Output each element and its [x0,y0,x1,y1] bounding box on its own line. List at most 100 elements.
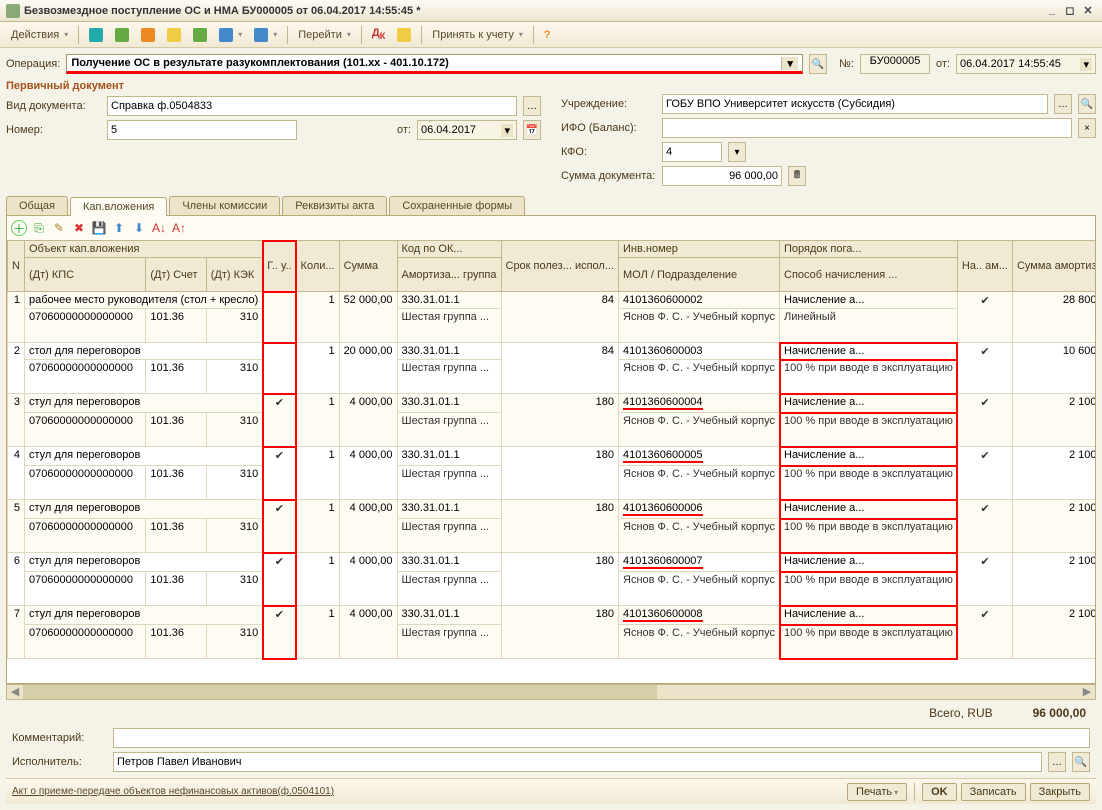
col-obj[interactable]: Объект кап.вложения [24,241,262,258]
org-label: Учреждение: [561,98,656,110]
executor-lookup[interactable]: 🔍 [1072,752,1090,772]
ifo-input[interactable] [662,118,1072,138]
scroll-right[interactable]: ▶ [1079,685,1095,699]
grid[interactable]: N Объект кап.вложения Г.. у.. Коли... Су… [6,240,1096,684]
org-lookup[interactable]: 🔍 [1078,94,1096,114]
org-picker[interactable]: … [1054,94,1072,114]
table-row[interactable]: 6 стул для переговоров 1 4 000,00 330.31… [8,553,1097,572]
accept-button[interactable]: Принять к учету [427,25,528,45]
col-amgrp[interactable]: Амортиза... группа [397,258,501,292]
doctype-input[interactable]: Справка ф.0504833 [107,96,517,116]
operation-lookup[interactable]: 🔍 [809,54,827,74]
date-field[interactable]: 06.04.2017 14:55:45 [956,54,1096,74]
operation-bar: Операция: Получение ОС в результате разу… [6,54,1096,74]
col-okof[interactable]: Код по ОК... [397,241,501,258]
totals-bar: Всего, RUB 96 000,00 [6,700,1096,726]
col-method[interactable]: Способ начисления ... [780,258,958,292]
org-input[interactable]: ГОБУ ВПО Университет искусств (Субсидия) [662,94,1048,114]
tool-3[interactable] [136,25,160,45]
ifo-clear[interactable]: × [1078,118,1096,138]
executor-input[interactable]: Петров Павел Иванович [113,752,1042,772]
actions-menu[interactable]: Действия [6,25,73,45]
tool-8[interactable] [392,25,416,45]
num-input[interactable]: 5 [107,120,297,140]
kfo-input[interactable]: 4 [662,142,722,162]
tabs: Общая Кап.вложения Члены комиссии Реквиз… [6,196,1096,216]
goto-menu[interactable]: Перейти [293,25,356,45]
tool-6[interactable] [214,25,247,45]
docsum-input[interactable]: 96 000,00 [662,166,782,186]
tool-7[interactable] [249,25,282,45]
post-icon [193,28,207,42]
scroll-track[interactable] [23,685,1079,699]
save-button[interactable]: 💾 [91,220,107,236]
col-sum[interactable]: Сумма [339,241,397,292]
sort-asc-button[interactable]: A↓ [151,220,167,236]
executor-picker[interactable]: … [1048,752,1066,772]
doc-icon [89,28,103,42]
tab-saved-forms[interactable]: Сохраненные формы [389,196,525,215]
col-pog[interactable]: Порядок пога... [780,241,958,258]
col-srok[interactable]: Срок полез... испол... [501,241,619,292]
table-row[interactable]: 2 стол для переговоров 1 20 000,00 330.3… [8,343,1097,360]
kfo-dropdown[interactable]: ▾ [728,142,746,162]
print-button[interactable]: Печать [847,783,907,801]
tab-general[interactable]: Общая [6,196,68,215]
scroll-left[interactable]: ◀ [7,685,23,699]
col-qty[interactable]: Коли... [296,241,339,292]
insert-button[interactable]: ⎘ [31,220,47,236]
table-row[interactable]: 1 рабочее место руководителя (стол + кре… [8,292,1097,309]
tool-4[interactable] [162,25,186,45]
calc-button[interactable]: 🖩 [788,166,806,186]
col-dt-kps[interactable]: (Дт) КПС [24,258,145,292]
delete-button[interactable]: ✖ [71,220,87,236]
horizontal-scrollbar[interactable]: ◀ ▶ [6,684,1096,700]
number-label: №: [839,58,854,70]
col-inv[interactable]: Инв.номер [619,241,780,258]
maximize-button[interactable]: ◻ [1062,4,1078,18]
number-field[interactable]: БУ000005 [860,54,930,74]
scroll-thumb[interactable] [23,685,657,699]
tab-commission[interactable]: Члены комиссии [169,196,280,215]
doctype-picker[interactable]: … [523,96,541,116]
comment-label: Комментарий: [12,732,107,744]
col-dt-kek[interactable]: (Дт) КЭК [206,258,263,292]
table-row[interactable]: 3 стул для переговоров 1 4 000,00 330.31… [8,394,1097,413]
sheet-icon [397,28,411,42]
col-group[interactable]: Г.. у.. [263,241,296,292]
comment-input[interactable] [113,728,1090,748]
tab-act-details[interactable]: Реквизиты акта [282,196,387,215]
write-button[interactable]: Записать [961,783,1026,801]
col-amsum[interactable]: Сумма амортиза... [1012,241,1096,292]
close-button[interactable]: ✕ [1080,4,1096,18]
doc-date-input[interactable]: 06.04.2017 [417,120,517,140]
add-button[interactable]: ＋ [11,220,27,236]
table-row[interactable]: 4 стул для переговоров 1 4 000,00 330.31… [8,447,1097,466]
tool-5[interactable] [188,25,212,45]
tool-2[interactable] [110,25,134,45]
minimize-button[interactable]: _ [1044,4,1060,18]
move-up-button[interactable]: ⬆ [111,220,127,236]
ok-button[interactable]: OK [922,783,957,801]
num-label: Номер: [6,124,101,136]
calendar-button[interactable]: 📅 [523,120,541,140]
table-row[interactable]: 5 стул для переговоров 1 4 000,00 330.31… [8,500,1097,519]
tool-1[interactable] [84,25,108,45]
move-down-button[interactable]: ⬇ [131,220,147,236]
sort-desc-button[interactable]: A↑ [171,220,187,236]
edit-button[interactable]: ✎ [51,220,67,236]
footer-toolbar: Акт о приеме-передаче объектов нефинансо… [6,778,1096,804]
titlebar: Безвозмездное поступление ОС и НМА БУ000… [0,0,1102,22]
act-link[interactable]: Акт о приеме-передаче объектов нефинансо… [12,786,334,797]
tab-capital[interactable]: Кап.вложения [70,197,167,216]
col-n[interactable]: N [8,241,25,292]
close-form-button[interactable]: Закрыть [1030,783,1090,801]
table-row[interactable]: 7 стул для переговоров 1 4 000,00 330.31… [8,606,1097,625]
help-button[interactable]: ? [539,25,556,45]
operation-select[interactable]: Получение ОС в результате разукомплектов… [66,54,803,74]
col-na[interactable]: На.. ам... [957,241,1012,292]
col-dt-schet[interactable]: (Дт) Счет [146,258,206,292]
tool-dk[interactable]: ДК [367,25,390,45]
ifo-label: ИФО (Баланс): [561,122,656,134]
col-mol[interactable]: МОЛ / Подразделение [619,258,780,292]
